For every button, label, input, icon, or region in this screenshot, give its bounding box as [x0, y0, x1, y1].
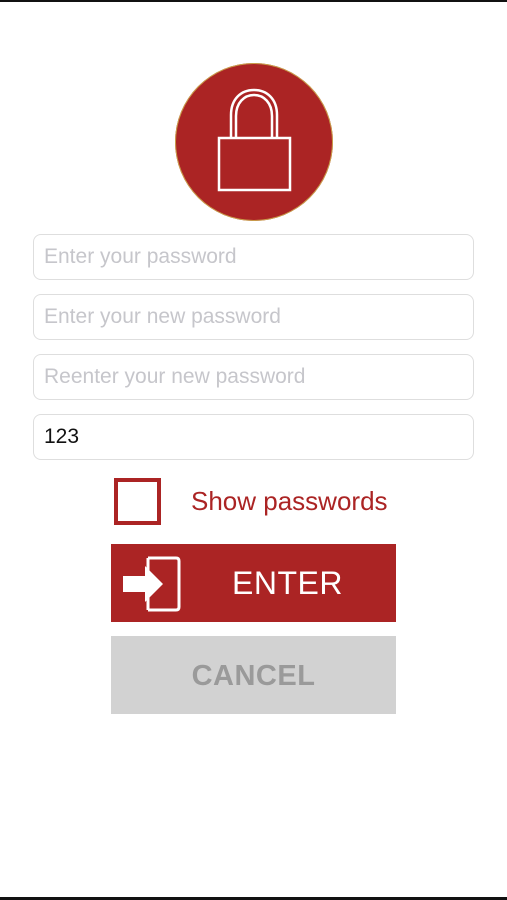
show-passwords-checkbox[interactable] [114, 478, 161, 525]
confirm-password-field[interactable] [33, 354, 474, 400]
top-status-edge [0, 0, 507, 2]
lock-badge [175, 63, 333, 221]
enter-arrow-icon [121, 550, 183, 616]
value-field[interactable] [33, 414, 474, 460]
cancel-button-label: CANCEL [191, 660, 316, 692]
new-password-field[interactable] [33, 294, 474, 340]
lock-icon [217, 88, 292, 192]
show-passwords-label[interactable]: Show passwords [191, 486, 388, 517]
enter-button-label: ENTER [232, 565, 343, 601]
enter-button[interactable]: ENTER [111, 544, 396, 622]
current-password-field[interactable] [33, 234, 474, 280]
cancel-button[interactable]: CANCEL [111, 636, 396, 714]
